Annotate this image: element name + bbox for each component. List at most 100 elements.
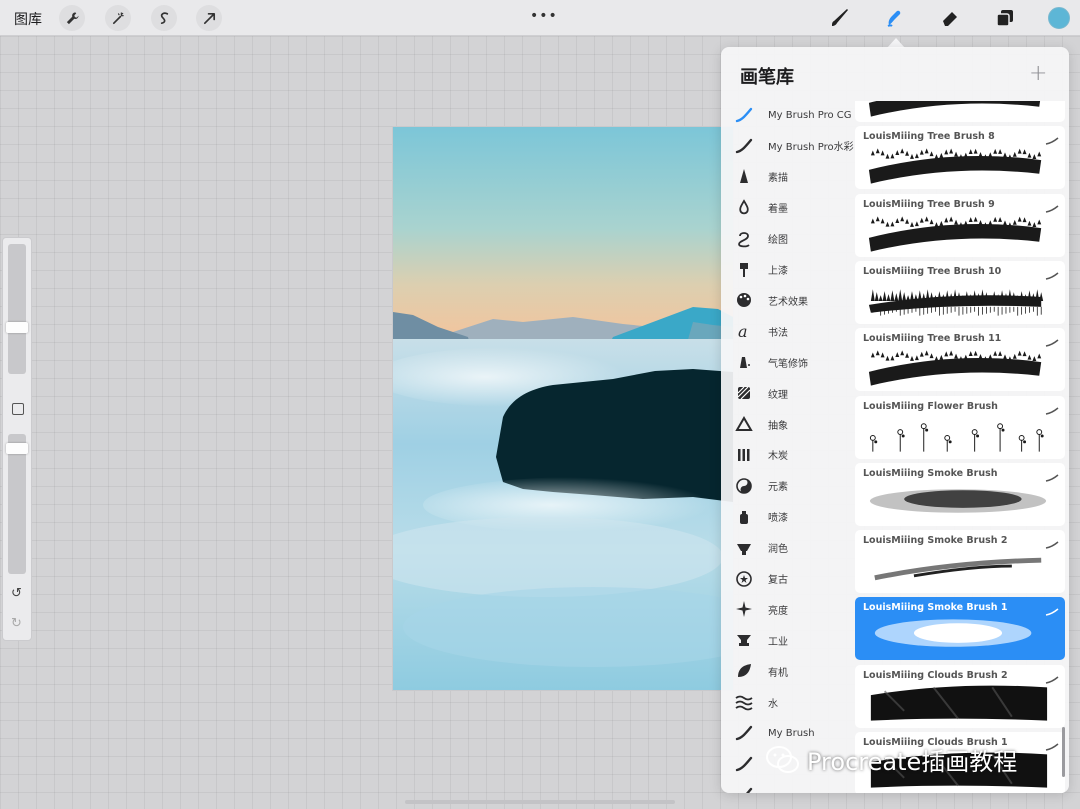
svg-text:a: a [738,322,748,340]
sparkle-icon [734,599,754,619]
smudge-icon[interactable] [882,5,908,31]
brush-set-label: 水 [768,698,778,710]
brush-stroke-preview [868,101,1041,117]
brush-stroke-preview [868,148,1042,184]
brush-card[interactable]: LouisMiiing Tree Brush 11 [855,328,1065,392]
brush-set-item[interactable]: a 书法 [721,317,855,345]
opacity-slider[interactable] [8,434,26,574]
artwork-canvas[interactable] [393,127,733,690]
scrollbar[interactable] [1062,727,1065,777]
panel-title: 画笔库 [740,67,794,88]
brush-edit-icon[interactable] [1045,669,1059,684]
brush-set-item[interactable]: 上漆 [721,256,855,284]
brush-set-item[interactable]: 绘图 [721,225,855,253]
modify-button[interactable] [12,403,24,415]
spray-can-icon [734,507,754,527]
brush-name: LouisMiiing Clouds Brush 2 [863,669,1008,681]
brush-set-label: 气笔修饰 [768,358,808,370]
brush-set-item[interactable]: My Brush Pro水彩 [721,132,855,160]
abstract-triangle-icon [734,414,754,434]
brush-card[interactable]: LouisMiiing Tree Brush 8 [855,126,1065,190]
selection-icon[interactable] [151,5,177,31]
palette-icon [734,290,754,310]
paintbrush-icon[interactable] [827,5,853,31]
more-menu[interactable]: ••• [530,8,558,24]
retro-star-icon [734,569,754,589]
brush-card-selected[interactable]: LouisMiiing Smoke Brush 1 [855,597,1065,661]
eraser-icon[interactable] [937,5,963,31]
brush-set-item[interactable]: 有机 [721,657,855,685]
add-brush-set-button[interactable]: + [1029,61,1047,86]
brush-card[interactable]: LouisMiiing Tree Brush 9 [855,193,1065,257]
brush-list: LouisMiiing Tree Brush 8 LouisMiiing Tree… [855,101,1069,793]
brush-set-label: 润色 [768,544,788,556]
brush-set-item[interactable]: 工业 [721,626,855,654]
brush-name: LouisMiiing Tree Brush 10 [863,265,1002,277]
brush-edit-icon[interactable] [1045,534,1059,549]
brush-set-item[interactable]: 元素 [721,472,855,500]
brush-card[interactable]: LouisMiiing Tree Brush 10 [855,260,1065,324]
brush-set-item[interactable]: 复古 [721,565,855,593]
watermark-text: Procreate插画教程 [807,748,1018,776]
charcoal-icon [734,445,754,465]
brush-edit-icon[interactable] [1045,467,1059,482]
brush-card[interactable]: LouisMiiing Clouds Brush 2 [855,664,1065,728]
top-toolbar: 图库 ••• [0,0,1080,36]
anvil-icon [734,630,754,650]
brush-edit-icon[interactable] [1045,130,1059,146]
brush-edit-icon[interactable] [1045,265,1059,280]
gallery-link[interactable]: 图库 [14,9,42,29]
brush-set-item[interactable]: 素描 [721,163,855,191]
brush-set-label: 绘图 [768,235,788,247]
brush-edit-icon[interactable] [1045,332,1059,347]
brush-stroke-preview [874,619,1032,648]
brush-card[interactable]: LouisMiiing Smoke Brush 2 [855,530,1065,594]
transform-arrow-icon[interactable] [196,5,222,31]
brush-edit-icon[interactable] [1045,400,1059,415]
brush-set-item[interactable]: 纹理 [721,379,855,407]
brush-name: LouisMiiing Flower Brush [863,400,998,412]
brush-card[interactable] [855,101,1065,122]
watermark: Procreate插画教程 [765,742,1017,777]
brush-stroke-icon [734,723,754,743]
brush-set-item[interactable]: 木炭 [721,441,855,469]
brush-size-thumb[interactable] [6,322,28,333]
brush-library-panel: 画笔库 + My Brush Pro CG My Brush Pro水彩 素描着墨绘… [721,47,1069,793]
brush-stroke-preview [868,350,1042,386]
brush-set-item[interactable]: 润色 [721,534,855,562]
texture-icon [734,383,754,403]
brush-set-item[interactable] [721,781,855,793]
brush-set-item[interactable]: 亮度 [721,595,855,623]
opacity-thumb[interactable] [6,443,28,454]
color-swatch[interactable] [1048,7,1070,29]
brush-set-item[interactable]: 抽象 [721,410,855,438]
paint-brush-icon [734,260,754,280]
brush-set-item[interactable]: My Brush Pro CG [721,101,855,129]
drawing-swirl-icon [734,229,754,249]
yin-yang-icon [734,476,754,496]
wechat-icon [766,745,799,773]
brush-edit-icon[interactable] [1045,198,1059,213]
brush-card[interactable]: LouisMiiing Flower Brush [855,395,1065,459]
calligraphy-icon: a [734,321,754,341]
brush-set-item[interactable]: 水 [721,688,855,716]
undo-button[interactable]: ↺ [11,586,22,601]
brush-set-label: 有机 [768,667,788,679]
brush-name: LouisMiiing Smoke Brush 1 [863,602,1008,614]
brush-set-item[interactable]: 气笔修饰 [721,348,855,376]
brush-set-item[interactable]: 着墨 [721,194,855,222]
layers-icon[interactable] [992,5,1018,31]
brush-edit-icon[interactable] [1045,736,1059,751]
brush-stroke-icon [734,105,754,125]
brush-stroke-preview [874,557,1042,581]
brush-edit-icon[interactable] [1045,601,1059,617]
wrench-icon[interactable] [59,5,85,31]
brush-set-item[interactable]: 艺术效果 [721,286,855,314]
brush-set-label: 着墨 [768,204,788,216]
brush-card[interactable]: LouisMiiing Smoke Brush [855,462,1065,526]
brush-name: LouisMiiing Smoke Brush [863,467,998,479]
redo-button[interactable]: ↻ [11,616,22,631]
brush-set-item[interactable]: 喷漆 [721,503,855,531]
magic-wand-icon[interactable] [105,5,131,31]
brush-size-slider[interactable] [8,244,26,374]
